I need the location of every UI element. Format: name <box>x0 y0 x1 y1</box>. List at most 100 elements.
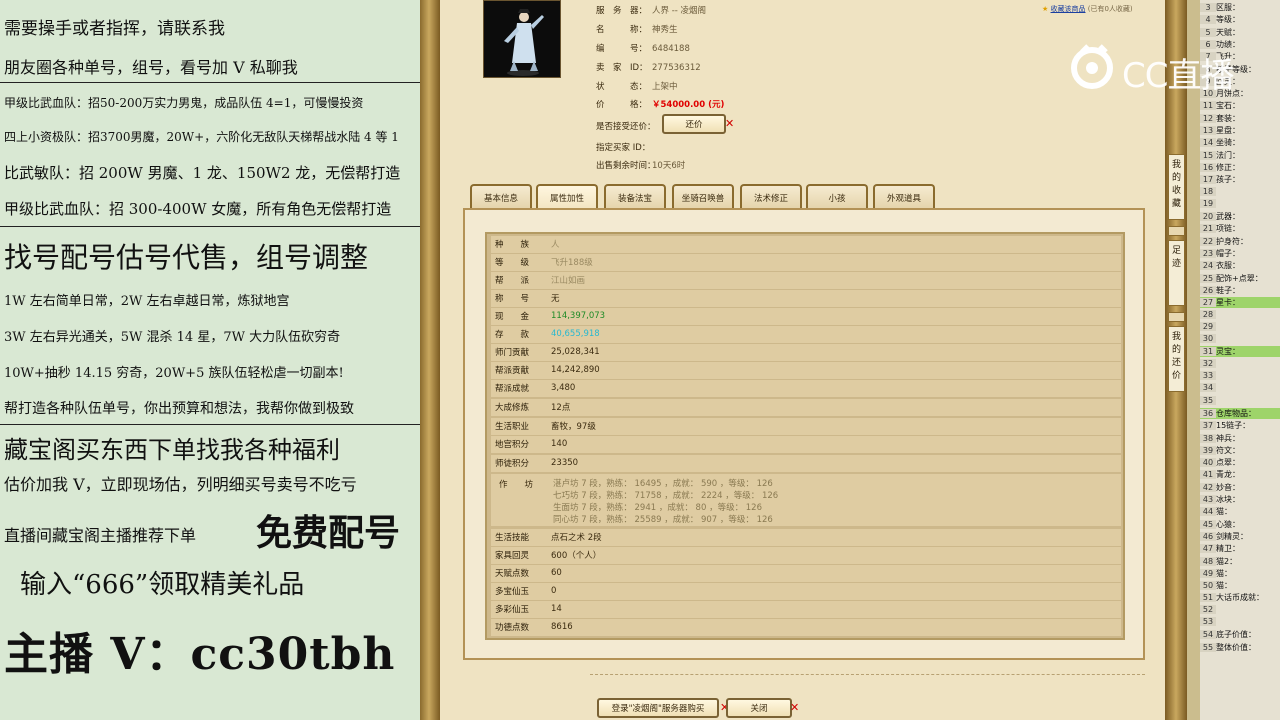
list-item-label: 项链： <box>1216 224 1240 234</box>
table-row: 功德点数 8616 <box>491 619 1121 636</box>
list-item[interactable]: 36 仓库物品： <box>1200 407 1280 419</box>
row-number: 20 <box>1200 212 1216 222</box>
row-label: 功德点数 <box>495 623 530 634</box>
list-item[interactable]: 44 猫： <box>1200 506 1280 517</box>
list-item[interactable]: 51 大话币成就： <box>1200 592 1280 603</box>
list-item[interactable]: 54 底子价值： <box>1200 629 1280 640</box>
list-item[interactable]: 31 灵宝： <box>1200 346 1280 358</box>
row-number: 27 <box>1200 298 1216 308</box>
favorite-link[interactable]: 收藏该商品 <box>1051 5 1086 13</box>
row-value: 无 <box>551 294 560 305</box>
side-tab-favorites[interactable]: 我的收藏 <box>1168 154 1185 220</box>
side-tab-footprint[interactable]: 足迹 <box>1168 240 1185 306</box>
tab-spell-correction[interactable]: 法术修正 <box>740 184 802 210</box>
table-row: 现 金 114,397,073 <box>491 308 1121 325</box>
list-item[interactable]: 30 <box>1200 334 1280 345</box>
close-icon[interactable]: ✕ <box>725 117 734 130</box>
list-item[interactable]: 5 天赋： <box>1200 27 1280 38</box>
list-item[interactable]: 55 整体价值： <box>1200 642 1280 653</box>
time-label: 出售剩余时间： <box>596 161 656 171</box>
list-item[interactable]: 24 衣服： <box>1200 260 1280 271</box>
row-number: 43 <box>1200 495 1216 504</box>
workshop-line: 七巧坊 7 段，熟练： 71758 ，成就： 2224 ，等级： 126 <box>553 491 779 501</box>
scrollbar[interactable] <box>1187 0 1200 720</box>
table-row: 帮派贡献 14,242,890 <box>491 362 1121 379</box>
list-item[interactable]: 27 星卡： <box>1200 297 1280 309</box>
row-number: 53 <box>1200 617 1216 626</box>
bargain-button[interactable]: 还价 <box>662 114 726 134</box>
list-item[interactable]: 13 星盘： <box>1200 125 1280 136</box>
list-item[interactable]: 32 <box>1200 358 1280 370</box>
close-button[interactable]: 关闭 <box>726 698 792 718</box>
list-item[interactable]: 29 <box>1200 321 1280 333</box>
list-item[interactable]: 40 点翠： <box>1200 457 1280 468</box>
list-item[interactable]: 21 项链： <box>1200 223 1280 234</box>
list-item[interactable]: 41 青龙： <box>1200 469 1280 480</box>
tab-appearance[interactable]: 外观道具 <box>873 184 935 210</box>
list-item[interactable]: 18 <box>1200 186 1280 198</box>
name-value: 神秀生 <box>652 25 678 35</box>
list-item[interactable]: 34 <box>1200 383 1280 394</box>
list-item[interactable]: 42 妙音： <box>1200 482 1280 493</box>
list-item[interactable]: 3 区服： <box>1200 2 1280 13</box>
id-label: 编 号： <box>596 44 648 54</box>
list-item[interactable]: 16 修正： <box>1200 162 1280 173</box>
list-item[interactable]: 53 <box>1200 617 1280 628</box>
promo-line: 比武敏队：招 200W 男魔、1 龙、150W2 龙，无偿帮打造 <box>4 164 401 182</box>
list-item[interactable]: 37 15链子： <box>1200 420 1280 431</box>
promo-line: 四上小资极队：招3700男魔，20W+，六阶化无敌队天梯帮战水陆 4 等 1 <box>4 130 399 144</box>
list-item[interactable]: 15 法门： <box>1200 150 1280 161</box>
list-item[interactable]: 14 坐骑： <box>1200 137 1280 148</box>
row-number: 17 <box>1200 175 1216 185</box>
list-item[interactable]: 49 猫： <box>1200 568 1280 579</box>
list-item[interactable]: 47 精卫： <box>1200 543 1280 554</box>
list-item[interactable]: 28 <box>1200 309 1280 321</box>
name-row: 名 称： 神秀生 <box>596 23 678 35</box>
list-item[interactable]: 39 符文： <box>1200 445 1280 456</box>
row-number: 33 <box>1200 371 1216 380</box>
list-item-label: 神兵： <box>1216 433 1240 443</box>
tab-mounts-pets[interactable]: 坐骑召唤兽 <box>672 184 734 210</box>
row-number: 15 <box>1200 150 1216 160</box>
list-item[interactable]: 26 鞋子： <box>1200 285 1280 296</box>
status-value: 上架中 <box>652 82 678 92</box>
list-item[interactable]: 38 神兵： <box>1200 433 1280 444</box>
row-number: 50 <box>1200 581 1216 591</box>
list-item-label: 护身符： <box>1216 236 1248 246</box>
row-number: 48 <box>1200 556 1216 566</box>
watermark-text: CC直播 <box>1122 56 1234 96</box>
list-item[interactable]: 48 猫2： <box>1200 556 1280 567</box>
seller-value: 277536312 <box>652 63 701 73</box>
list-item[interactable]: 35 <box>1200 395 1280 407</box>
list-item[interactable]: 19 <box>1200 198 1280 210</box>
row-label: 地宫积分 <box>495 440 530 451</box>
list-item[interactable]: 22 护身符： <box>1200 236 1280 247</box>
name-label: 名 称： <box>596 25 648 35</box>
tab-equipment[interactable]: 装备法宝 <box>604 184 666 210</box>
list-item[interactable]: 46 剑精灵： <box>1200 531 1280 542</box>
list-item[interactable]: 50 猫： <box>1200 580 1280 591</box>
list-item[interactable]: 11 宝石： <box>1200 100 1280 111</box>
row-number: 44 <box>1200 507 1216 517</box>
list-item[interactable]: 17 孩子： <box>1200 174 1280 185</box>
list-item[interactable]: 25 配饰+点翠： <box>1200 273 1280 284</box>
list-item[interactable]: 45 心猿： <box>1200 519 1280 530</box>
tab-attributes[interactable]: 属性加性 <box>536 184 598 210</box>
login-buy-button[interactable]: 登录"凌烟阁"服务器购买 <box>597 698 719 718</box>
list-item[interactable]: 4 等级： <box>1200 14 1280 25</box>
server-row: 服 务 器： 人界 -- 凌烟阁 <box>596 4 706 16</box>
row-label: 多彩仙玉 <box>495 605 530 616</box>
close-icon[interactable]: ✕ <box>790 701 799 714</box>
tab-child[interactable]: 小孩 <box>806 184 868 210</box>
divider <box>0 424 420 425</box>
side-tab-bargains[interactable]: 我的还价 <box>1168 326 1185 392</box>
list-item[interactable]: 20 武器： <box>1200 211 1280 222</box>
table-row: 帮 派 江山如画 <box>491 272 1121 289</box>
tab-basic-info[interactable]: 基本信息 <box>470 184 532 210</box>
time-row: 出售剩余时间：10天6时 <box>596 159 685 171</box>
list-item[interactable]: 23 帽子： <box>1200 248 1280 259</box>
list-item[interactable]: 12 套装： <box>1200 113 1280 124</box>
list-item[interactable]: 43 冰块： <box>1200 494 1280 505</box>
list-item[interactable]: 52 <box>1200 604 1280 616</box>
list-item[interactable]: 33 <box>1200 371 1280 382</box>
